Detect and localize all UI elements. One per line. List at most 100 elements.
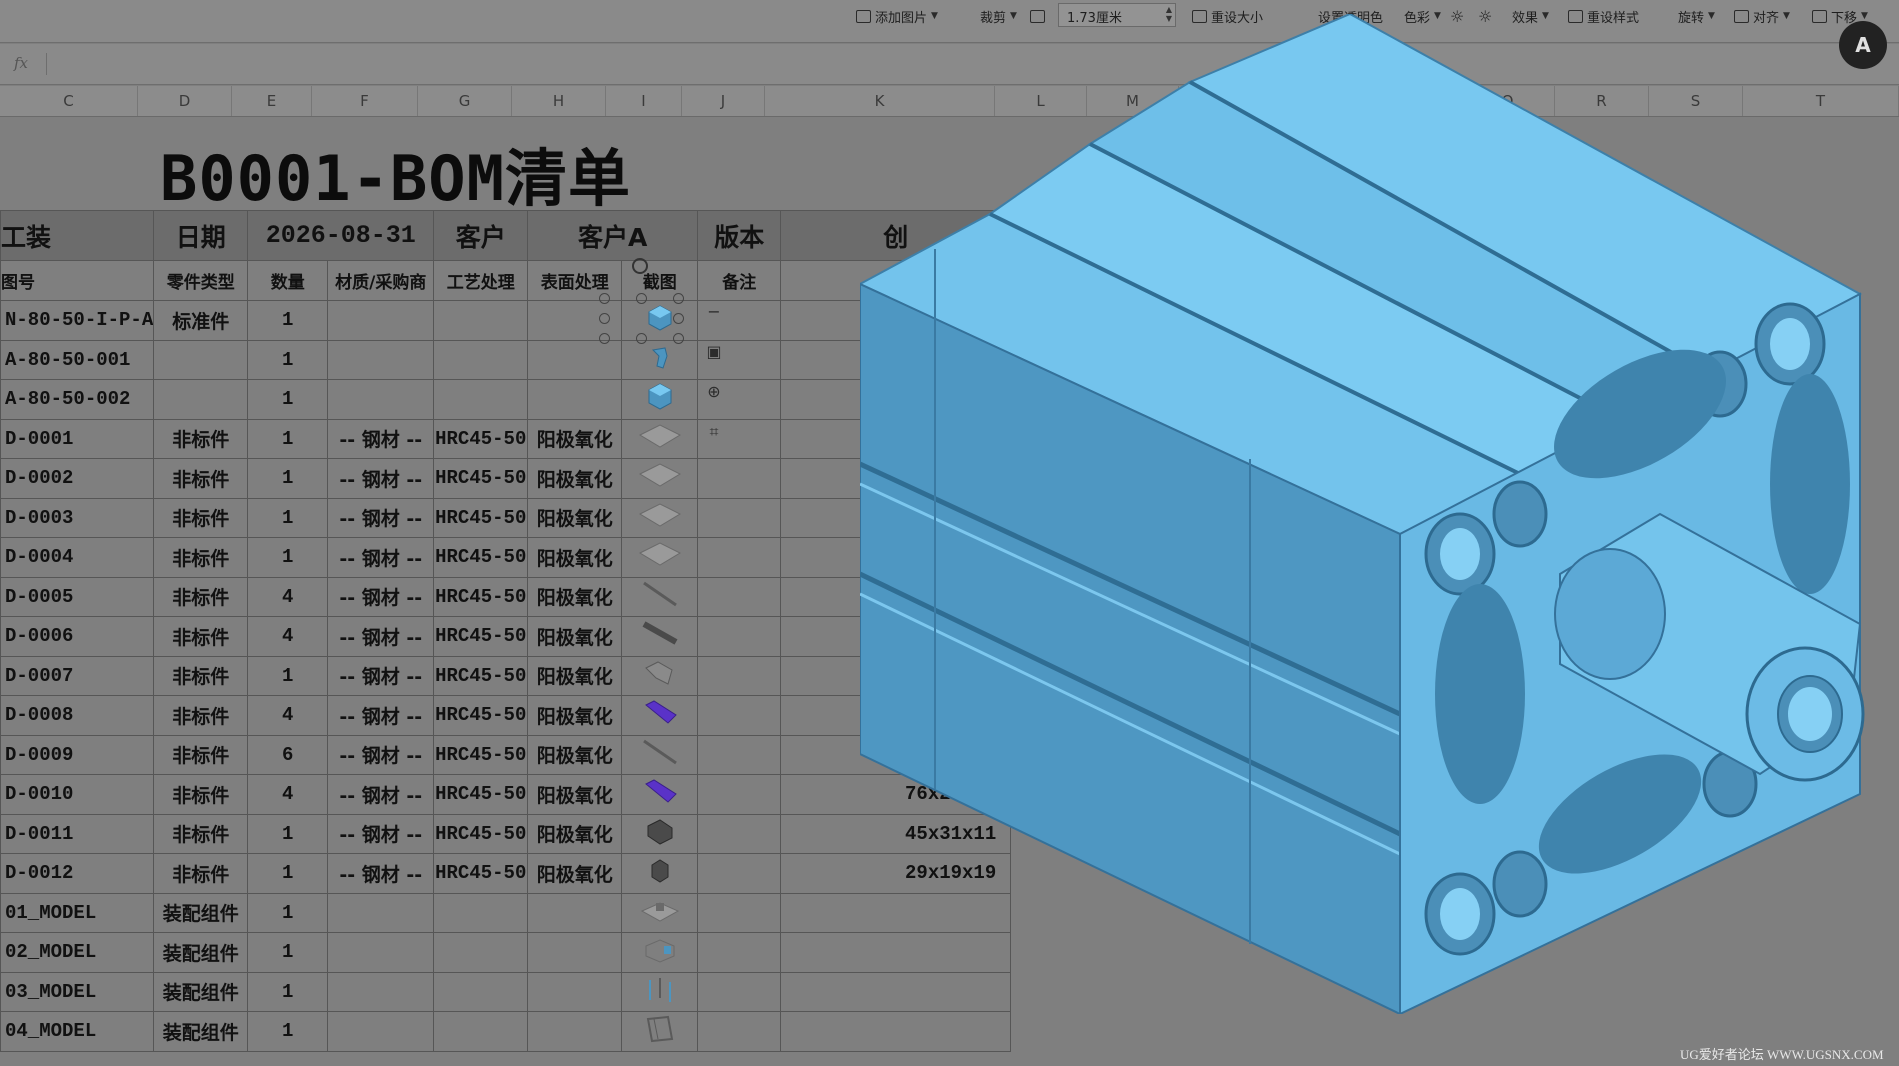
surface-cell[interactable]: 阳极氧化 xyxy=(527,576,623,617)
material-cell[interactable]: -- 钢材 -- xyxy=(327,616,435,657)
material-cell[interactable] xyxy=(327,971,435,1012)
part-thumbnail-icon[interactable] xyxy=(638,974,682,1010)
material-cell[interactable] xyxy=(327,892,435,933)
part-type-cell[interactable]: 非标件 xyxy=(153,734,249,775)
thumbnail-cell[interactable] xyxy=(621,379,699,420)
drawing-no-cell[interactable]: D-0006 xyxy=(0,616,155,657)
part-type-cell[interactable]: 非标件 xyxy=(153,813,249,854)
remark-cell[interactable] xyxy=(697,853,782,894)
remark-cell[interactable] xyxy=(697,655,782,696)
resize-handle[interactable] xyxy=(673,313,684,324)
part-thumbnail-icon[interactable] xyxy=(638,539,682,575)
thumbnail-cell[interactable] xyxy=(621,418,699,459)
column-header[interactable]: D xyxy=(138,86,232,116)
remark-cell[interactable] xyxy=(697,458,782,499)
drawing-no-cell[interactable]: D-0007 xyxy=(0,655,155,696)
quantity-cell[interactable]: 1 xyxy=(247,853,329,894)
part-thumbnail-icon[interactable] xyxy=(638,500,682,536)
quantity-cell[interactable]: 1 xyxy=(247,458,329,499)
thumbnail-cell[interactable] xyxy=(621,774,699,815)
quantity-cell[interactable]: 1 xyxy=(247,932,329,973)
thumbnail-cell[interactable] xyxy=(621,892,699,933)
material-cell[interactable]: -- 钢材 -- xyxy=(327,853,435,894)
surface-cell[interactable]: 阳极氧化 xyxy=(527,695,623,736)
material-cell[interactable] xyxy=(327,932,435,973)
column-header[interactable]: C xyxy=(0,86,138,116)
part-type-cell[interactable]: 非标件 xyxy=(153,655,249,696)
resize-handle[interactable] xyxy=(599,313,610,324)
quantity-cell[interactable]: 1 xyxy=(247,339,329,380)
part-thumbnail-icon[interactable] xyxy=(645,302,675,338)
part-thumbnail-icon[interactable] xyxy=(638,895,682,931)
process-cell[interactable]: HRC45-50 xyxy=(433,695,529,736)
part-type-cell[interactable]: 非标件 xyxy=(153,853,249,894)
remark-cell[interactable] xyxy=(697,932,782,973)
header-cell[interactable]: 客户 xyxy=(433,210,529,261)
part-type-cell[interactable]: 装配组件 xyxy=(153,1011,249,1052)
surface-cell[interactable]: 阳极氧化 xyxy=(527,853,623,894)
column-header[interactable]: G xyxy=(418,86,512,116)
resize-handle[interactable] xyxy=(673,333,684,344)
resize-handle[interactable] xyxy=(599,333,610,344)
process-cell[interactable]: HRC45-50 xyxy=(433,458,529,499)
process-cell[interactable]: HRC45-50 xyxy=(433,655,529,696)
drawing-no-cell[interactable]: A-80-50-001 xyxy=(0,339,155,380)
drawing-no-cell[interactable]: D-0005 xyxy=(0,576,155,617)
remark-cell[interactable] xyxy=(697,616,782,657)
crop-icon[interactable]: ⌗ xyxy=(704,422,724,442)
surface-cell[interactable]: 阳极氧化 xyxy=(527,418,623,459)
quantity-cell[interactable]: 1 xyxy=(247,300,329,341)
material-cell[interactable]: -- 钢材 -- xyxy=(327,774,435,815)
process-cell[interactable]: HRC45-50 xyxy=(433,813,529,854)
surface-cell[interactable]: 阳极氧化 xyxy=(527,616,623,657)
part-thumbnail-icon[interactable] xyxy=(638,776,682,812)
drawing-no-cell[interactable]: 04_MODEL xyxy=(0,1011,155,1052)
material-cell[interactable]: -- 钢材 -- xyxy=(327,458,435,499)
part-type-cell[interactable] xyxy=(153,339,249,380)
process-cell[interactable] xyxy=(433,1011,529,1052)
material-cell[interactable]: -- 钢材 -- xyxy=(327,695,435,736)
drawing-no-cell[interactable]: D-0009 xyxy=(0,734,155,775)
part-type-cell[interactable]: 非标件 xyxy=(153,576,249,617)
quantity-cell[interactable]: 1 xyxy=(247,1011,329,1052)
remark-cell[interactable] xyxy=(697,971,782,1012)
part-thumbnail-icon[interactable] xyxy=(638,737,682,773)
surface-cell[interactable] xyxy=(527,971,623,1012)
remark-cell[interactable] xyxy=(697,537,782,578)
part-type-cell[interactable]: 非标件 xyxy=(153,774,249,815)
process-cell[interactable]: HRC45-50 xyxy=(433,497,529,538)
drawing-no-cell[interactable]: D-0012 xyxy=(0,853,155,894)
quantity-cell[interactable]: 1 xyxy=(247,892,329,933)
resize-handle[interactable] xyxy=(636,293,647,304)
drawing-no-cell[interactable]: N-80-50-I-P-A xyxy=(0,300,155,341)
part-thumbnail-icon[interactable] xyxy=(638,855,682,891)
part-thumbnail-icon[interactable] xyxy=(638,934,682,970)
thumbnail-cell[interactable] xyxy=(621,576,699,617)
part-thumbnail-icon[interactable] xyxy=(638,816,682,852)
process-cell[interactable] xyxy=(433,300,529,341)
process-cell[interactable] xyxy=(433,339,529,380)
quantity-cell[interactable]: 4 xyxy=(247,616,329,657)
quantity-cell[interactable]: 1 xyxy=(247,537,329,578)
part-type-cell[interactable]: 非标件 xyxy=(153,695,249,736)
surface-cell[interactable]: 阳极氧化 xyxy=(527,813,623,854)
part-thumbnail-icon[interactable] xyxy=(645,381,675,417)
quantity-cell[interactable]: 1 xyxy=(247,971,329,1012)
part-type-cell[interactable]: 非标件 xyxy=(153,418,249,459)
surface-cell[interactable]: 阳极氧化 xyxy=(527,497,623,538)
material-cell[interactable] xyxy=(327,1011,435,1052)
column-title[interactable]: 工艺处理 xyxy=(433,260,529,301)
resize-handle[interactable] xyxy=(599,293,610,304)
surface-cell[interactable]: 阳极氧化 xyxy=(527,537,623,578)
part-thumbnail-icon[interactable] xyxy=(638,618,682,654)
drawing-no-cell[interactable]: 03_MODEL xyxy=(0,971,155,1012)
material-cell[interactable]: -- 钢材 -- xyxy=(327,813,435,854)
rotate-handle-icon[interactable] xyxy=(632,258,648,274)
thumbnail-cell[interactable] xyxy=(621,497,699,538)
column-header[interactable]: F xyxy=(312,86,418,116)
quantity-cell[interactable]: 4 xyxy=(247,774,329,815)
surface-cell[interactable]: 阳极氧化 xyxy=(527,774,623,815)
drawing-no-cell[interactable]: D-0010 xyxy=(0,774,155,815)
header-cell[interactable]: 工装 xyxy=(0,210,155,261)
drawing-no-cell[interactable]: D-0008 xyxy=(0,695,155,736)
